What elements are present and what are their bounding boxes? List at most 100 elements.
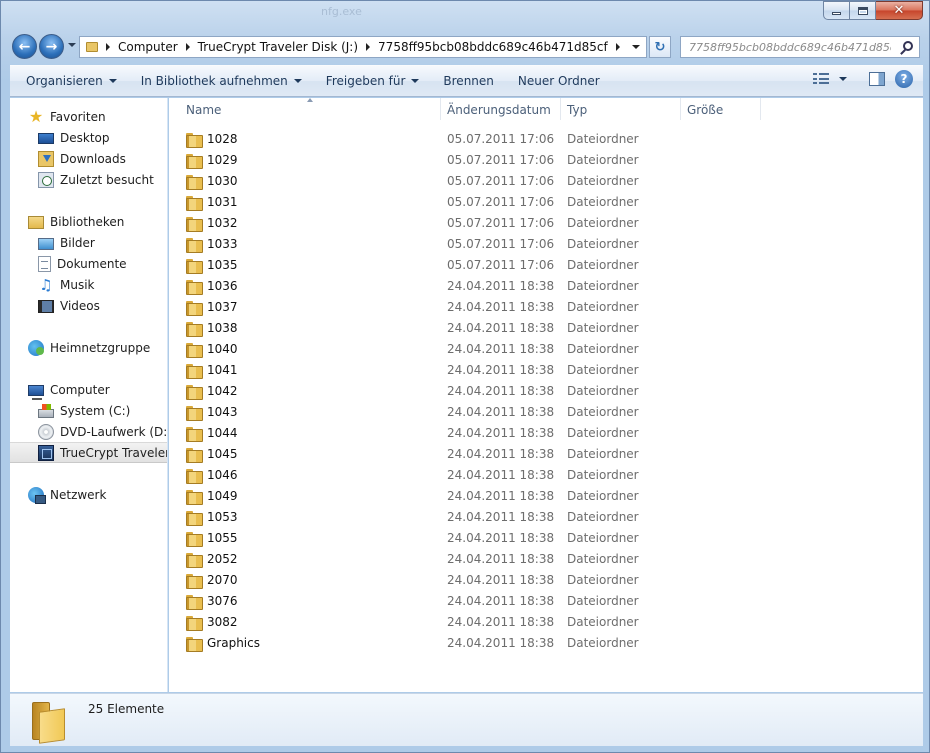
file-list[interactable]: Name Änderungsdatum Typ Größe 1028 05.07.… — [169, 98, 923, 692]
file-name-cell[interactable]: 1037 — [186, 296, 238, 317]
preview-pane-icon[interactable] — [869, 72, 885, 86]
change-view-icon[interactable] — [813, 73, 829, 85]
column-header-date[interactable]: Änderungsdatum — [447, 98, 551, 122]
back-button[interactable]: ← — [12, 34, 37, 59]
refresh-button[interactable]: ↻ — [649, 36, 671, 58]
column-divider[interactable] — [560, 98, 561, 120]
nav-dvd-drive[interactable]: DVD-Laufwerk (D:) v — [10, 421, 167, 442]
navigation-pane[interactable]: ★ Favoriten Desktop Downloads Zuletzt bes… — [10, 98, 168, 692]
column-divider[interactable] — [760, 98, 761, 120]
table-row[interactable]: 1030 05.07.2011 17:06 Dateiordner — [169, 170, 923, 191]
file-name-cell[interactable]: 1055 — [186, 527, 238, 548]
column-divider[interactable] — [680, 98, 681, 120]
table-row[interactable]: 1043 24.04.2011 18:38 Dateiordner — [169, 401, 923, 422]
chevron-right-icon[interactable] — [106, 43, 110, 51]
burn-button[interactable]: Brennen — [435, 69, 501, 93]
add-to-library-button[interactable]: In Bibliothek aufnehmen — [133, 69, 310, 93]
column-header-size[interactable]: Größe — [687, 98, 723, 122]
nav-system-drive[interactable]: System (C:) — [10, 400, 167, 421]
nav-favorites[interactable]: ★ Favoriten — [10, 106, 167, 127]
table-row[interactable]: 2052 24.04.2011 18:38 Dateiordner — [169, 548, 923, 569]
table-row[interactable]: 1038 24.04.2011 18:38 Dateiordner — [169, 317, 923, 338]
address-history-dropdown-icon[interactable] — [632, 45, 640, 49]
nav-computer[interactable]: Computer — [10, 379, 167, 400]
file-name-cell[interactable]: 1032 — [186, 212, 238, 233]
table-row[interactable]: 1033 05.07.2011 17:06 Dateiordner — [169, 233, 923, 254]
close-button[interactable]: ✕ — [876, 1, 923, 20]
nav-truecrypt-drive[interactable]: TrueCrypt Traveler D — [10, 442, 167, 463]
file-name-cell[interactable]: 1038 — [186, 317, 238, 338]
file-name-cell[interactable]: 1036 — [186, 275, 238, 296]
table-row[interactable]: 1029 05.07.2011 17:06 Dateiordner — [169, 149, 923, 170]
breadcrumb-computer[interactable]: Computer — [118, 40, 178, 54]
table-row[interactable]: 1045 24.04.2011 18:38 Dateiordner — [169, 443, 923, 464]
nav-recent-places[interactable]: Zuletzt besucht — [10, 169, 167, 190]
search-input[interactable]: 7758ff95bcb08bddc689c46b471d85cf d... — [680, 36, 920, 58]
table-row[interactable]: 1055 24.04.2011 18:38 Dateiordner — [169, 527, 923, 548]
file-name-cell[interactable]: 1049 — [186, 485, 238, 506]
new-folder-button[interactable]: Neuer Ordner — [510, 69, 608, 93]
breadcrumb-current-folder[interactable]: 7758ff95bcb08bddc689c46b471d85cf — [378, 40, 608, 54]
nav-videos[interactable]: Videos — [10, 295, 167, 316]
table-row[interactable]: 1035 05.07.2011 17:06 Dateiordner — [169, 254, 923, 275]
file-name-cell[interactable]: 1033 — [186, 233, 238, 254]
forward-button[interactable]: → — [39, 34, 64, 59]
nav-documents[interactable]: Dokumente — [10, 253, 167, 274]
file-name-cell[interactable]: 1044 — [186, 422, 238, 443]
nav-libraries[interactable]: Bibliotheken — [10, 211, 167, 232]
file-name-cell[interactable]: 1053 — [186, 506, 238, 527]
maximize-button[interactable] — [850, 1, 876, 20]
column-header-name[interactable]: Name — [186, 98, 221, 122]
file-name-cell[interactable]: 3076 — [186, 590, 238, 611]
file-name-cell[interactable]: 1030 — [186, 170, 238, 191]
file-name-cell[interactable]: 1035 — [186, 254, 238, 275]
search-icon[interactable] — [903, 41, 913, 51]
file-name-cell[interactable]: 1041 — [186, 359, 238, 380]
file-name-cell[interactable]: 2070 — [186, 569, 238, 590]
column-header-type[interactable]: Typ — [567, 98, 587, 122]
chevron-right-icon[interactable] — [366, 43, 371, 51]
nav-downloads[interactable]: Downloads — [10, 148, 167, 169]
table-row[interactable]: 1028 05.07.2011 17:06 Dateiordner — [169, 128, 923, 149]
file-name-cell[interactable]: 1031 — [186, 191, 238, 212]
table-row[interactable]: 1031 05.07.2011 17:06 Dateiordner — [169, 191, 923, 212]
chevron-right-icon[interactable] — [185, 43, 190, 51]
share-with-button[interactable]: Freigeben für — [318, 69, 428, 93]
table-row[interactable]: 1046 24.04.2011 18:38 Dateiordner — [169, 464, 923, 485]
file-name-cell[interactable]: 1029 — [186, 149, 238, 170]
table-row[interactable]: 1037 24.04.2011 18:38 Dateiordner — [169, 296, 923, 317]
table-row[interactable]: 3076 24.04.2011 18:38 Dateiordner — [169, 590, 923, 611]
table-row[interactable]: 1049 24.04.2011 18:38 Dateiordner — [169, 485, 923, 506]
view-options-dropdown-icon[interactable] — [839, 77, 847, 81]
nav-homegroup[interactable]: Heimnetzgruppe — [10, 337, 167, 358]
nav-pictures[interactable]: Bilder — [10, 232, 167, 253]
file-name-cell[interactable]: 1042 — [186, 380, 238, 401]
minimize-button[interactable] — [823, 1, 850, 20]
organize-button[interactable]: Organisieren — [18, 69, 125, 93]
file-name-cell[interactable]: 1045 — [186, 443, 238, 464]
table-row[interactable]: 3082 24.04.2011 18:38 Dateiordner — [169, 611, 923, 632]
recent-pages-dropdown-icon[interactable] — [68, 43, 76, 47]
chevron-right-icon[interactable] — [615, 43, 620, 51]
help-icon[interactable]: ? — [895, 70, 913, 88]
file-name-cell[interactable]: 1046 — [186, 464, 238, 485]
table-row[interactable]: 1044 24.04.2011 18:38 Dateiordner — [169, 422, 923, 443]
table-row[interactable]: Graphics 24.04.2011 18:38 Dateiordner — [169, 632, 923, 653]
nav-network[interactable]: Netzwerk — [10, 484, 167, 505]
table-row[interactable]: 1032 05.07.2011 17:06 Dateiordner — [169, 212, 923, 233]
table-row[interactable]: 2070 24.04.2011 18:38 Dateiordner — [169, 569, 923, 590]
file-name-cell[interactable]: 1028 — [186, 128, 238, 149]
column-divider[interactable] — [440, 98, 441, 120]
nav-desktop[interactable]: Desktop — [10, 127, 167, 148]
file-name-cell[interactable]: 2052 — [186, 548, 238, 569]
file-name-cell[interactable]: 1040 — [186, 338, 238, 359]
table-row[interactable]: 1042 24.04.2011 18:38 Dateiordner — [169, 380, 923, 401]
table-row[interactable]: 1040 24.04.2011 18:38 Dateiordner — [169, 338, 923, 359]
file-name-cell[interactable]: 1043 — [186, 401, 238, 422]
address-bar[interactable]: Computer TrueCrypt Traveler Disk (J:) 77… — [79, 36, 647, 58]
table-row[interactable]: 1041 24.04.2011 18:38 Dateiordner — [169, 359, 923, 380]
file-name-cell[interactable]: Graphics — [186, 632, 260, 653]
breadcrumb-truecrypt-disk[interactable]: TrueCrypt Traveler Disk (J:) — [198, 40, 358, 54]
table-row[interactable]: 1053 24.04.2011 18:38 Dateiordner — [169, 506, 923, 527]
nav-music[interactable]: ♫ Musik — [10, 274, 167, 295]
